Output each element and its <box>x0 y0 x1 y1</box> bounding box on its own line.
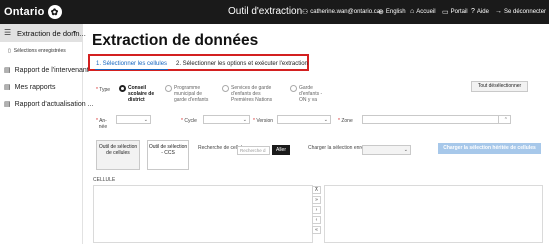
tab-select-cells[interactable]: 1. Sélectionner les cellules <box>96 61 167 67</box>
home-label: Accueil <box>416 8 436 15</box>
load-inherited-cells-button[interactable]: Charger la sélection héritée de cellules <box>438 143 541 154</box>
document-icon: ▤ <box>4 84 11 91</box>
cell-selection-tool-button[interactable]: Outil de sélection de cellules <box>96 140 140 170</box>
year-select[interactable]: ⌄ <box>116 115 151 124</box>
logout-link[interactable]: → Se déconnecter <box>495 8 546 15</box>
cycle-select[interactable]: ⌄ <box>203 115 250 124</box>
cycle-label: * Cycle <box>181 118 197 124</box>
app-title: Outil d'extraction <box>228 6 303 17</box>
portal-link[interactable]: ▭ Portail <box>442 8 468 16</box>
portal-icon: ▭ <box>442 9 449 16</box>
chevron-up-icon: ⌃ <box>503 117 508 123</box>
top-bar: Ontario ✿ Outil d'extraction ⚇ catherine… <box>0 0 549 24</box>
sidebar-item-saved-selections[interactable]: ▯ Sélections enregistrées <box>8 48 66 54</box>
logo-text: Ontario <box>4 6 45 18</box>
help-icon: ? <box>471 8 475 15</box>
sidebar-item-my-reports[interactable]: ▤ Mes rapports <box>4 83 56 92</box>
cell-search-label: Recherche de cellule <box>198 145 245 151</box>
user-email: catherine.wan@ontario.ca <box>310 9 381 15</box>
deselect-all-button[interactable]: Tout désélectionner <box>471 81 528 92</box>
logout-icon: → <box>495 8 502 15</box>
move-all-right-button[interactable]: » <box>312 196 321 204</box>
type-radio-earlyon[interactable] <box>290 85 297 92</box>
type-option-label: Programme municipal de garde d'enfants <box>174 85 209 103</box>
sidebar-item-stakeholder-report[interactable]: ▤ Rapport de l'intervenant <box>4 66 89 75</box>
chevron-down-icon: ⌄ <box>143 117 148 123</box>
load-saved-selection-label: Charger la sélection enregistrée <box>308 145 379 151</box>
help-label: Aide <box>476 8 489 15</box>
chevron-down-icon: ▾ <box>73 30 77 36</box>
sidebar-item-label: Mes rapports <box>14 83 56 91</box>
type-option-label: Garde d'enfants - ON y va <box>299 85 323 103</box>
main-content: Extraction de données 1. Sélectionner le… <box>84 24 549 244</box>
home-link[interactable]: ⌂ Accueil <box>410 8 436 15</box>
chevron-down-icon: ⌄ <box>403 147 408 153</box>
sidebar-item-label: Rapport d'actualisation ... <box>14 100 94 108</box>
language-label: English <box>385 9 406 15</box>
chevron-down-icon: ⌄ <box>323 117 328 123</box>
type-option-label: Conseil scolaire de district <box>128 85 155 103</box>
version-select[interactable]: ⌄ <box>277 115 331 124</box>
go-button[interactable]: Aller <box>272 145 290 155</box>
user-menu[interactable]: ⚇ catherine.wan@ontario.ca <box>302 8 380 16</box>
home-icon: ⌂ <box>410 8 415 15</box>
user-icon: ⚇ <box>302 9 309 16</box>
zone-collapse-button[interactable]: ⌃ <box>498 115 511 124</box>
type-label: * Type <box>96 87 111 93</box>
sidebar-item-label: Rapport de l'intervenant <box>14 66 89 74</box>
zone-label: * Zone <box>338 118 353 124</box>
sidebar-item-refresh-report[interactable]: ▤ Rapport d'actualisation ... <box>4 100 94 109</box>
trillium-icon: ✿ <box>47 5 62 19</box>
step-tabs: 1. Sélectionner les cellules 2. Sélectio… <box>88 54 309 71</box>
active-tab-underline <box>95 69 168 70</box>
logout-label: Se déconnecter <box>504 8 547 15</box>
type-radio-first-nations-childcare[interactable] <box>222 85 229 92</box>
selected-cells-list[interactable] <box>324 185 543 243</box>
move-left-button[interactable]: ‹ <box>312 216 321 224</box>
tab-options-and-run[interactable]: 2. Sélectionner les options et exécuter … <box>176 61 308 67</box>
report-icon: ▤ <box>4 67 11 74</box>
help-link[interactable]: ? Aide <box>471 8 489 15</box>
type-option-label: Services de garde d'enfants des Première… <box>231 85 273 103</box>
saved-selection-select[interactable]: ⌄ <box>362 145 411 155</box>
sidebar-current-item[interactable]: ☰ Extraction de donn... ▾ <box>0 24 86 42</box>
move-to-top-button[interactable]: ⊼ <box>312 186 321 194</box>
portal-label: Portail <box>450 9 468 15</box>
bookmark-icon: ▯ <box>8 48 11 54</box>
move-all-left-button[interactable]: « <box>312 226 321 234</box>
globe-icon: ⊕ <box>378 9 384 16</box>
cell-column-header: CELLULE <box>93 177 116 183</box>
language-link[interactable]: ⊕ English <box>378 8 406 16</box>
zone-select[interactable]: ⌄ <box>362 115 511 124</box>
refresh-report-icon: ▤ <box>4 101 11 108</box>
year-label: * An- née <box>96 118 108 130</box>
ccs-selection-tool-button[interactable]: Outil de sélection - CCS <box>147 140 189 170</box>
page-title: Extraction de données <box>92 32 259 49</box>
available-cells-list[interactable] <box>93 185 313 243</box>
cell-search-input[interactable]: Recherche d <box>237 146 270 155</box>
version-label: * Version <box>253 118 274 124</box>
sidebar-sub-label: Sélections enregistrées <box>13 48 66 54</box>
sidebar: ☰ Extraction de donn... ▾ ▯ Sélections e… <box>0 24 93 244</box>
type-radio-school-board[interactable] <box>119 85 126 92</box>
type-radio-municipal-childcare[interactable] <box>165 85 172 92</box>
chevron-down-icon: ⌄ <box>242 117 247 123</box>
ontario-logo[interactable]: Ontario ✿ <box>4 4 62 20</box>
move-right-button[interactable]: › <box>312 206 321 214</box>
menu-icon[interactable]: ☰ <box>4 28 11 37</box>
